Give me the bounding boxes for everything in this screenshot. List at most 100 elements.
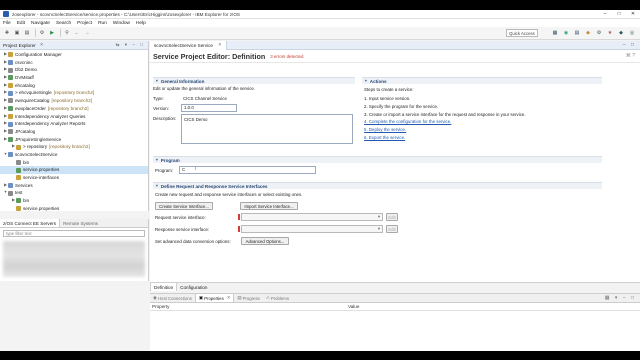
- perspective-data-icon[interactable]: ▤: [573, 29, 581, 37]
- tree-item[interactable]: ▶ ewxplaceOrder [repository branch2]: [0, 105, 148, 113]
- response-edit-button[interactable]: Edit: [386, 225, 398, 233]
- project-folder-icon: [8, 129, 13, 135]
- save-icon[interactable]: ▣: [13, 29, 21, 37]
- app-icon: [3, 11, 9, 17]
- actions-header[interactable]: ▼ Actions: [362, 77, 602, 84]
- perspective-cics-icon[interactable]: ◆: [584, 29, 592, 37]
- tab-progress[interactable]: ▤ Progress: [234, 294, 262, 302]
- tree-item[interactable]: ▶ ehcatalog: [0, 82, 148, 90]
- create-service-interface-button[interactable]: Create Service Interface...: [155, 202, 213, 210]
- interfaces-header[interactable]: ▼ Define Request and Response Service Int…: [153, 182, 602, 189]
- editor-tab[interactable]: scovncSelectService Service ✕: [150, 40, 227, 50]
- perspective-debug-icon[interactable]: ⚙: [595, 29, 603, 37]
- tree-item-label: ewnquireCatalog: [15, 98, 50, 104]
- tree-item-label: Services: [15, 182, 33, 188]
- view-toolbar-icons[interactable]: ▦ ▾ – □: [605, 294, 636, 302]
- tree-item[interactable]: ▶ Interdependency Analyzer Queries: [0, 113, 148, 121]
- menu-search[interactable]: Search: [56, 21, 71, 26]
- project-explorer-tab[interactable]: Project Explorer ✕ ⇆ ▾ – □: [0, 41, 148, 50]
- advanced-options-button[interactable]: Advanced Options...: [241, 237, 289, 245]
- back-icon[interactable]: ←: [73, 29, 81, 37]
- value-column-header[interactable]: Value: [346, 303, 640, 310]
- tree-item[interactable]: service.properties: [0, 166, 148, 174]
- tree-item[interactable]: ▶ DVMstaff: [0, 74, 148, 82]
- menu-edit[interactable]: Edit: [17, 21, 25, 26]
- server-filter-input[interactable]: type filter text: [3, 230, 145, 237]
- tab-properties[interactable]: ▣ Properties ✕: [194, 294, 235, 302]
- action-step-link[interactable]: 5. Deploy the service.: [364, 127, 406, 132]
- project-folder-icon: [8, 152, 13, 158]
- tree-item[interactable]: ▼ test: [0, 189, 148, 197]
- menu-navigate[interactable]: Navigate: [31, 21, 50, 26]
- error-count: 3 errors detected: [270, 53, 304, 59]
- tab-remote-systems[interactable]: Remote Systems: [60, 219, 101, 227]
- tree-item[interactable]: ▶ csvcninc: [0, 59, 148, 67]
- open-perspective-icon[interactable]: ▦: [551, 29, 559, 37]
- run-icon[interactable]: ▶: [48, 29, 56, 37]
- collapse-icon[interactable]: ▼: [155, 184, 159, 188]
- action-step-link[interactable]: 6. Export the service.: [364, 135, 405, 140]
- tree-item[interactable]: service.properties: [0, 205, 148, 213]
- tree-item[interactable]: ▶ Interdependency Analyzer Reports: [0, 120, 148, 128]
- request-interface-combo[interactable]: ▼: [241, 213, 383, 221]
- tree-item[interactable]: service-interfaces: [0, 174, 148, 182]
- property-column-header[interactable]: Property: [150, 303, 346, 310]
- tree-item[interactable]: ▶ Configuration Manager: [0, 51, 148, 59]
- help-icon[interactable]: ⌘ ?: [626, 53, 635, 59]
- perspective-zos-icon[interactable]: ◉: [562, 29, 570, 37]
- close-icon[interactable]: ✕: [227, 295, 231, 301]
- general-info-header[interactable]: ▼ General Information: [153, 77, 355, 84]
- version-field[interactable]: 1.0.0: [181, 104, 237, 112]
- request-edit-button[interactable]: Edit: [386, 213, 398, 221]
- description-field[interactable]: CICS Demo: [181, 114, 353, 144]
- close-icon[interactable]: ✕: [626, 10, 640, 19]
- response-interface-combo[interactable]: ▼: [241, 225, 383, 233]
- menu-help[interactable]: Help: [136, 21, 146, 26]
- toolbar-separator: [35, 29, 36, 37]
- new-icon[interactable]: ✚: [3, 29, 11, 37]
- quick-access-input[interactable]: Quick Access: [506, 29, 538, 37]
- search-icon[interactable]: ⚲: [63, 29, 71, 37]
- import-service-interface-button[interactable]: Import Service Interface...: [240, 202, 298, 210]
- save-all-icon[interactable]: ▤: [23, 29, 31, 37]
- menu-file[interactable]: File: [3, 21, 11, 26]
- minimize-icon[interactable]: –: [598, 10, 612, 19]
- tab-problems[interactable]: ⚠ Problems: [263, 294, 292, 302]
- tree-item[interactable]: ▶ ewnquireCatalog [repository branch2]: [0, 97, 148, 105]
- tree-item[interactable]: ▶ > ehcvquireSingle [repository branch2]: [0, 89, 148, 97]
- tree-item[interactable]: ▶ > repository [repository branch2]: [0, 143, 148, 151]
- tree-item[interactable]: ▶ Services: [0, 182, 148, 190]
- chevron-down-icon: ▼: [377, 226, 381, 231]
- close-icon[interactable]: ✕: [40, 42, 44, 48]
- tab-definition[interactable]: Definition: [150, 283, 178, 291]
- tree-item[interactable]: ▶ Db2 Demo: [0, 66, 148, 74]
- tree-item[interactable]: bin: [0, 159, 148, 167]
- tree-item[interactable]: ▶ bin: [0, 197, 148, 205]
- collapse-icon[interactable]: ▼: [155, 158, 159, 162]
- project-explorer-view: Project Explorer ✕ ⇆ ▾ – □ ▶ Configuratio…: [0, 41, 149, 213]
- action-step-link[interactable]: 4. Complete the configuration for the se…: [364, 119, 451, 124]
- forward-icon[interactable]: →: [83, 29, 91, 37]
- interfaces-section: ▼ Define Request and Response Service Int…: [153, 182, 602, 189]
- program-field[interactable]: CI: [179, 166, 316, 174]
- view-toolbar-icons[interactable]: ⇆ ▾ – □: [116, 42, 145, 48]
- perspective-java-icon[interactable]: ★: [606, 29, 614, 37]
- close-icon[interactable]: ✕: [218, 42, 222, 48]
- menu-run[interactable]: Run: [98, 21, 107, 26]
- tab-configuration[interactable]: Configuration: [177, 283, 210, 291]
- tree-item[interactable]: ▶ JPnquireSingleService: [0, 136, 148, 144]
- tab-host-connections[interactable]: ◉ Host Connections: [150, 294, 195, 302]
- menu-project[interactable]: Project: [77, 21, 92, 26]
- menu-window[interactable]: Window: [113, 21, 130, 26]
- program-header[interactable]: ▼ Program: [153, 156, 602, 163]
- perspective-team-icon[interactable]: ◎: [628, 29, 636, 37]
- collapse-icon[interactable]: ▼: [155, 79, 159, 83]
- editor-view-controls[interactable]: – □: [623, 42, 636, 48]
- tree-item[interactable]: ▼ scovncSelectService: [0, 151, 148, 159]
- maximize-icon[interactable]: □: [612, 10, 626, 19]
- perspective-git-icon[interactable]: ◆: [617, 29, 625, 37]
- collapse-icon[interactable]: ▼: [364, 79, 368, 83]
- tab-zos-connect-servers[interactable]: z/OS Connect EE Servers: [0, 219, 61, 227]
- tree-item[interactable]: ▶ JPcatalog: [0, 128, 148, 136]
- debug-icon[interactable]: ⚙: [38, 29, 46, 37]
